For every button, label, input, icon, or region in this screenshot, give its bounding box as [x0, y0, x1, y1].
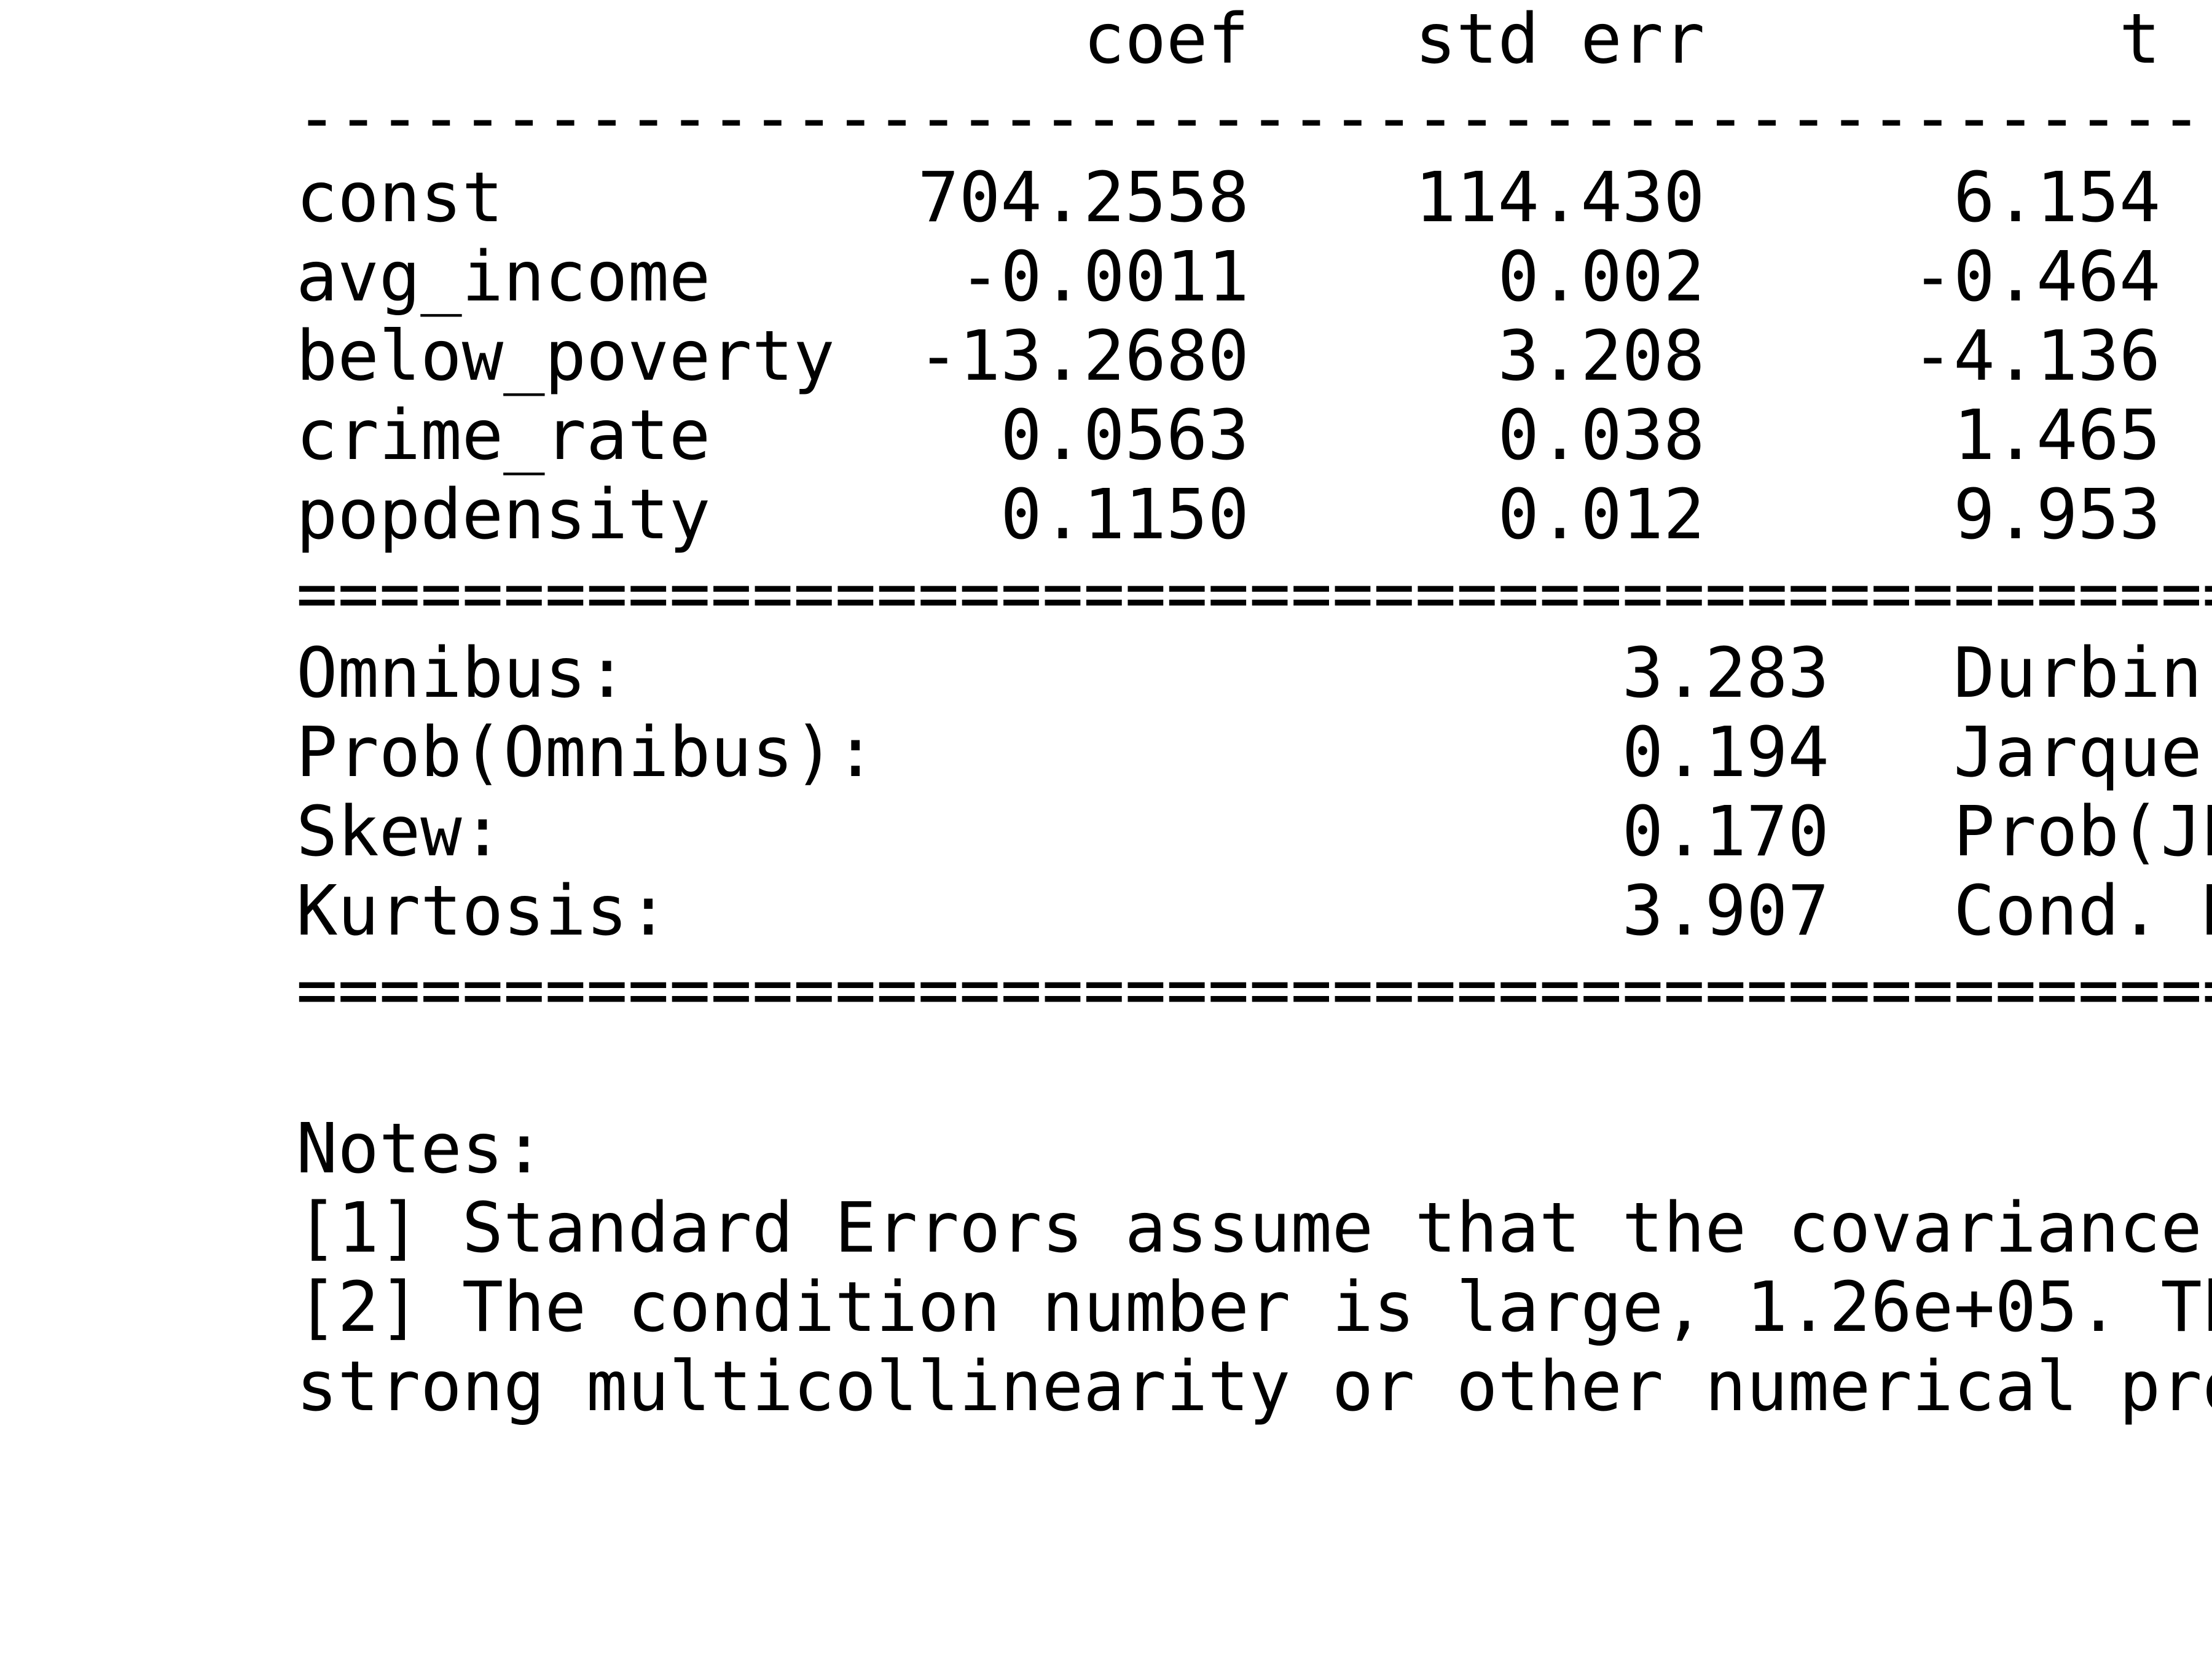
row-below-poverty: below_poverty -13.2680 3.208 -4.136 0.00… [296, 316, 2161, 396]
row-omnibus: Omnibus: 3.283 Durbin-Watson: 1.812 [296, 633, 2212, 713]
coef-table-header: coef std err t P>|t| [0.025 0.975] [1083, 0, 2161, 79]
equals-separator-bottom: ========================================… [296, 951, 2212, 1030]
note-1: [1] Standard Errors assume that the cova… [296, 1188, 2202, 1268]
equals-separator: ========================================… [296, 554, 2212, 634]
row-skew: Skew: 0.170 Prob(JB): 0.354 [296, 792, 2212, 872]
note-2-continued: strong multicollinearity or other numeri… [296, 1347, 2212, 1427]
notes-heading: Notes: [296, 1109, 545, 1189]
row-crime-rate: crime_rate 0.0563 0.038 1.465 0.149 -0.0… [296, 396, 2161, 476]
row-prob-omnibus: Prob(Omnibus): 0.194 Jarque-Bera (JB): 2… [296, 713, 2212, 793]
row-popdensity: popdensity 0.1150 0.012 9.953 0.000 0.09… [296, 475, 2161, 555]
note-2: [2] The condition number is large, 1.26e… [296, 1268, 2212, 1347]
row-avg-income: avg_income -0.0011 0.002 -0.464 0.645 -0… [296, 237, 2161, 317]
row-const: const 704.2558 114.430 6.154 0.000 474.2… [296, 158, 2161, 238]
dash-separator: ----------------------------------------… [296, 79, 2212, 159]
row-kurtosis: Kurtosis: 3.907 Cond. No. 1.26e+05 [296, 871, 2212, 951]
regression-summary: coef std err t P>|t| [0.025 0.975] -----… [0, 0, 2212, 1659]
